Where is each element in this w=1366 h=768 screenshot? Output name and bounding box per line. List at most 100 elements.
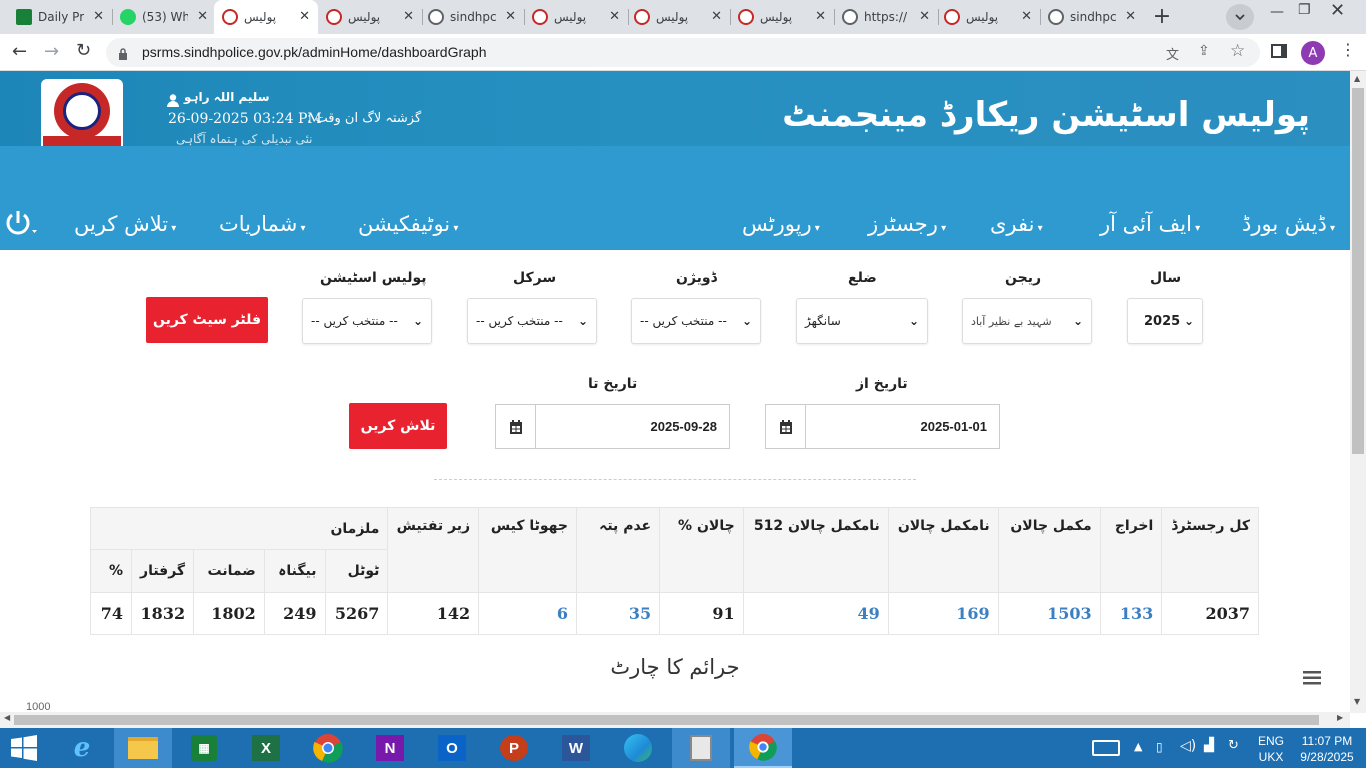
- volume-icon[interactable]: ◁): [1180, 738, 1196, 754]
- menu-fir[interactable]: ایف آئی آر ▾: [1100, 212, 1200, 236]
- date-to-calendar-button[interactable]: [495, 404, 536, 449]
- power-icon[interactable]: [4, 210, 38, 238]
- sheets-app-icon[interactable]: ▦: [188, 732, 220, 764]
- cell-complete-challan-link[interactable]: 1503: [997, 592, 1101, 635]
- browser-tab[interactable]: Daily Pr ✕: [8, 0, 112, 34]
- address-bar[interactable]: psrms.sindhpolice.gov.pk/adminHome/dashb…: [106, 38, 1260, 67]
- window-restore-button[interactable]: ❐: [1298, 2, 1311, 18]
- share-icon[interactable]: ⇪: [1198, 43, 1210, 59]
- tab-close-icon[interactable]: ✕: [299, 9, 310, 24]
- tab-search-icon[interactable]: [1226, 4, 1254, 30]
- menu-search-label: تلاش کریں: [74, 212, 169, 236]
- back-icon[interactable]: ←: [12, 41, 27, 62]
- cell-disposal-link[interactable]: 133: [1099, 592, 1163, 635]
- tab-close-icon[interactable]: ✕: [403, 9, 414, 24]
- new-tab-button[interactable]: +: [1148, 4, 1176, 30]
- cell-incomplete-challan-link[interactable]: 169: [887, 592, 999, 635]
- window-minimize-button[interactable]: —: [1270, 4, 1284, 20]
- browser-tab[interactable]: sindhpc ✕: [420, 0, 524, 34]
- windows-start-icon[interactable]: [8, 732, 40, 764]
- menu-statistics[interactable]: شماریات ▾: [219, 212, 306, 236]
- scroll-left-arrow[interactable]: ◀: [4, 713, 10, 722]
- chevron-down-icon: ▾: [937, 223, 947, 234]
- calculator-icon[interactable]: [672, 728, 730, 768]
- profile-avatar[interactable]: A: [1301, 41, 1325, 65]
- browser-tab[interactable]: sindhpc ✕: [1040, 0, 1144, 34]
- date-from-input[interactable]: 2025-01-01: [805, 404, 1000, 449]
- tab-close-icon[interactable]: ✕: [1021, 9, 1032, 24]
- district-select[interactable]: سانگھڑ ⌄: [796, 298, 928, 344]
- tab-close-icon[interactable]: ✕: [1125, 9, 1136, 24]
- language-indicator[interactable]: ENG UKX: [1258, 733, 1284, 765]
- translate-icon[interactable]: 文: [1166, 44, 1179, 63]
- circle-select[interactable]: -- منتخب کریں -- ⌄: [467, 298, 597, 344]
- language-code: ENG: [1258, 734, 1285, 748]
- horizontal-scroll-thumb[interactable]: [14, 715, 1319, 725]
- browser-menu-icon[interactable]: ⋮: [1340, 40, 1356, 59]
- region-select[interactable]: ⌄ شہید بے نظیر آباد: [962, 298, 1092, 344]
- menu-reports[interactable]: رپورٹس ▾: [742, 212, 820, 236]
- keyboard-icon[interactable]: [1092, 740, 1120, 756]
- side-panel-icon[interactable]: [1271, 44, 1287, 58]
- police-station-select[interactable]: -- منتخب کریں -- ⌄: [302, 298, 432, 344]
- internet-explorer-icon[interactable]: e: [66, 732, 98, 764]
- chart-title: جرائم کا چارٹ: [610, 655, 740, 679]
- word-icon[interactable]: W: [560, 732, 592, 764]
- tab-close-icon[interactable]: ✕: [197, 9, 208, 24]
- scroll-up-arrow[interactable]: ▲: [1354, 74, 1360, 83]
- scroll-right-arrow[interactable]: ▶: [1337, 713, 1343, 722]
- browser-tab[interactable]: پولیس ✕: [626, 0, 730, 34]
- browser-tab[interactable]: پولیس ✕: [730, 0, 834, 34]
- browser-tab[interactable]: https:// ✕: [834, 0, 938, 34]
- outlook-icon[interactable]: O: [436, 732, 468, 764]
- chrome-icon[interactable]: [312, 732, 344, 764]
- tab-close-icon[interactable]: ✕: [505, 9, 516, 24]
- cell-false-case-link[interactable]: 6: [478, 592, 577, 635]
- tab-close-icon[interactable]: ✕: [919, 9, 930, 24]
- tab-close-icon[interactable]: ✕: [609, 9, 620, 24]
- browser-tab[interactable]: پولیس ✕: [214, 0, 318, 34]
- menu-registers[interactable]: رجسٹرز ▾: [868, 212, 946, 236]
- sync-icon[interactable]: ↻: [1228, 738, 1239, 753]
- chrome-profile-icon[interactable]: [734, 728, 792, 768]
- reload-icon[interactable]: ↻: [76, 40, 91, 61]
- browser-tab[interactable]: پولیس ✕: [318, 0, 422, 34]
- tab-close-icon[interactable]: ✕: [711, 9, 722, 24]
- cell-accused-arrested: 1832: [131, 592, 195, 635]
- menu-search[interactable]: تلاش کریں ▾: [74, 212, 176, 236]
- forward-icon[interactable]: →: [44, 41, 59, 62]
- powerpoint-icon[interactable]: P: [498, 732, 530, 764]
- set-filter-button[interactable]: فلٹر سیٹ کریں: [146, 297, 268, 343]
- tab-close-icon[interactable]: ✕: [93, 9, 104, 24]
- date-from-calendar-button[interactable]: [765, 404, 806, 449]
- menu-nafri[interactable]: نفری ▾: [990, 212, 1043, 236]
- cell-untraced-link[interactable]: 35: [575, 592, 661, 635]
- globe-icon: [428, 9, 444, 25]
- browser-tab[interactable]: پولیس ✕: [936, 0, 1040, 34]
- chevron-down-icon: ▾: [1191, 223, 1201, 234]
- year-select-value: 2025: [1144, 313, 1181, 329]
- clock[interactable]: 11:07 PM 9/28/2025: [1292, 733, 1362, 765]
- edge-icon[interactable]: [622, 732, 654, 764]
- chart-menu-icon[interactable]: [1303, 670, 1323, 686]
- cell-incomplete-challan-512-link[interactable]: 49: [742, 592, 889, 635]
- year-select[interactable]: 2025 ⌄: [1127, 298, 1203, 344]
- browser-tab[interactable]: (53) Wh ✕: [112, 0, 216, 34]
- browser-tab[interactable]: پولیس ✕: [524, 0, 628, 34]
- window-close-button[interactable]: ✕: [1330, 0, 1345, 21]
- tab-close-icon[interactable]: ✕: [815, 9, 826, 24]
- excel-icon[interactable]: X: [250, 732, 282, 764]
- search-button[interactable]: تلاش کریں: [349, 403, 447, 449]
- scroll-down-arrow[interactable]: ▼: [1354, 697, 1360, 706]
- menu-dashboard[interactable]: ڈیش بورڈ ▾: [1242, 212, 1335, 236]
- date-to-input[interactable]: 2025-09-28: [535, 404, 730, 449]
- tray-device-icon[interactable]: ▯: [1156, 740, 1163, 754]
- vertical-scroll-thumb[interactable]: [1352, 88, 1364, 454]
- file-explorer-icon[interactable]: [114, 728, 172, 768]
- division-select[interactable]: -- منتخب کریں -- ⌄: [631, 298, 761, 344]
- onenote-icon[interactable]: N: [374, 732, 406, 764]
- menu-notification[interactable]: نوٹیفکیشن ▾: [358, 212, 458, 236]
- tray-expand-icon[interactable]: ▲: [1134, 740, 1142, 753]
- network-icon[interactable]: ▟: [1204, 738, 1214, 753]
- bookmark-star-icon[interactable]: ☆: [1230, 41, 1245, 61]
